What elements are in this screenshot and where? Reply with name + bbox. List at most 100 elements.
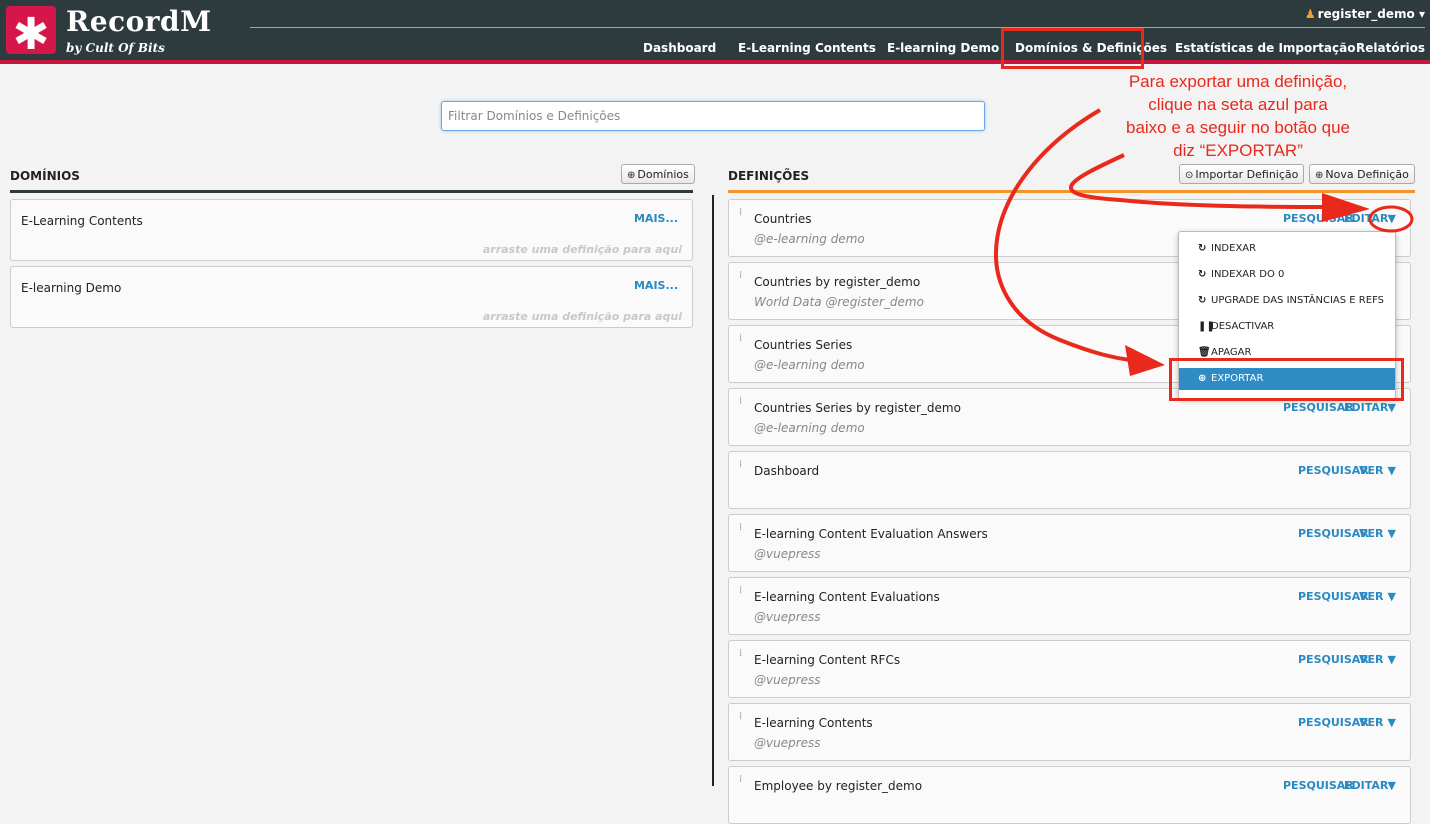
domain-card[interactable]: E-Learning Contents MAIS... arraste uma … (10, 199, 693, 261)
plus-circle-icon: ⊕ (627, 170, 636, 181)
upload-circle-icon: ⊙ (1185, 170, 1194, 181)
definition-domain: @e-learning demo (754, 232, 865, 246)
refresh-icon: ↻ (1198, 269, 1207, 280)
definition-card[interactable]: ⁞ E-learning Content Evaluation Answers … (728, 514, 1411, 572)
new-definition-button[interactable]: ⊕ Nova Definição (1309, 164, 1415, 184)
definition-card[interactable]: ⁞ E-learning Content Evaluations @vuepre… (728, 577, 1411, 635)
app-subtitle: by Cult Of Bits (66, 41, 165, 55)
plus-circle-icon: ⊕ (1315, 170, 1324, 181)
menu-item-label: INDEXAR (1211, 243, 1257, 254)
menu-item-label: INDEXAR DO 0 (1211, 269, 1285, 280)
definition-name: Countries Series by register_demo (754, 401, 961, 415)
nav-dashboard[interactable]: Dashboard (643, 41, 716, 57)
user-icon: ♟ (1304, 7, 1316, 21)
nav-estatisticas-importacao[interactable]: Estatísticas de Importação (1175, 41, 1355, 57)
refresh-icon: ↻ (1198, 295, 1207, 306)
drag-handle-icon[interactable]: ⁞ (739, 271, 743, 281)
annotation-line: diz “EXPORTAR” (1173, 141, 1303, 160)
drag-handle-icon[interactable]: ⁞ (739, 775, 743, 785)
chevron-down-icon[interactable]: ▼ (1388, 527, 1396, 540)
definition-card[interactable]: ⁞ Employee by register_demo PESQUISAR ED… (728, 766, 1411, 824)
import-definition-button[interactable]: ⊙ Importar Definição (1179, 164, 1305, 184)
definition-name: Dashboard (754, 464, 820, 478)
definition-domain: @e-learning demo (754, 358, 865, 372)
add-domain-label: Domínios (637, 168, 689, 181)
nav-relatorios[interactable]: Relatórios (1356, 41, 1425, 57)
chevron-down-icon[interactable]: ▼ (1388, 464, 1396, 477)
annotation-highlight-nav (1001, 28, 1144, 69)
domains-divider (10, 190, 693, 193)
menu-item-desactivar[interactable]: ❚❚DESACTIVAR (1179, 316, 1395, 338)
definition-name: E-learning Content Evaluation Answers (754, 527, 988, 541)
definition-name: Employee by register_demo (754, 779, 923, 793)
menu-item-indexar-do-0[interactable]: ↻ INDEXAR DO 0 (1179, 264, 1395, 286)
view-link[interactable]: VER (1359, 716, 1384, 729)
pause-icon: ❚❚ (1198, 321, 1215, 332)
drag-handle-icon[interactable]: ⁞ (739, 334, 743, 344)
definitions-divider (728, 190, 1415, 193)
drag-handle-icon[interactable]: ⁞ (739, 460, 743, 470)
new-definition-label: Nova Definição (1325, 168, 1409, 181)
domain-card[interactable]: E-learning Demo MAIS... arraste uma defi… (10, 266, 693, 328)
user-menu[interactable]: ♟ register_demo ▾ (1305, 7, 1425, 21)
definition-domain: @vuepress (754, 673, 821, 687)
definition-domain: @e-learning demo (754, 421, 865, 435)
header-divider (250, 27, 1425, 28)
app-header: ✱ RecordM by Cult Of Bits ♟ register_demo… (0, 0, 1430, 60)
add-domain-button[interactable]: ⊕ Domínios (621, 164, 695, 184)
domain-drop-hint: arraste uma definição para aqui (482, 243, 682, 256)
drag-handle-icon[interactable]: ⁞ (739, 586, 743, 596)
view-link[interactable]: VER (1359, 527, 1384, 540)
definition-domain: World Data @register_demo (754, 295, 924, 309)
definition-name: Countries (754, 212, 812, 226)
domain-drop-hint: arraste uma definição para aqui (482, 310, 682, 323)
menu-item-label: DESACTIVAR (1211, 321, 1275, 332)
chevron-down-icon[interactable]: ▼ (1388, 716, 1396, 729)
edit-link[interactable]: EDITAR (1344, 212, 1388, 225)
edit-link[interactable]: EDITAR (1344, 401, 1388, 414)
domains-title: DOMÍNIOS (10, 169, 80, 183)
filter-input[interactable] (441, 101, 985, 131)
chevron-down-icon[interactable]: ▼ (1388, 590, 1396, 603)
drag-handle-icon[interactable]: ⁞ (739, 208, 743, 218)
definition-card[interactable]: ⁞ E-learning Content RFCs @vuepress PESQ… (728, 640, 1411, 698)
definition-name: E-learning Contents (754, 716, 873, 730)
domain-more-link[interactable]: MAIS... (634, 212, 678, 225)
definition-name: Countries Series (754, 338, 853, 352)
definition-name: E-learning Content RFCs (754, 653, 901, 667)
refresh-icon: ↻ (1198, 243, 1207, 254)
menu-item-label: UPGRADE DAS INSTÂNCIAS E REFS (1211, 295, 1384, 306)
annotation-text: Para exportar uma definição, clique na s… (1108, 70, 1368, 162)
menu-item-indexar[interactable]: ↻ INDEXAR (1179, 238, 1395, 260)
header-accent-line (0, 60, 1430, 64)
definition-domain: @vuepress (754, 547, 821, 561)
definition-domain: @vuepress (754, 610, 821, 624)
definition-card[interactable]: ⁞ Dashboard PESQUISAR VER ▼ (728, 451, 1411, 509)
domain-name: E-Learning Contents (21, 214, 143, 228)
drag-handle-icon[interactable]: ⁞ (739, 397, 743, 407)
logo-asterisk-icon[interactable]: ✱ (6, 6, 56, 60)
chevron-down-icon[interactable]: ▼ (1388, 653, 1396, 666)
drag-handle-icon[interactable]: ⁞ (739, 649, 743, 659)
menu-item-upgrade[interactable]: ↻ UPGRADE DAS INSTÂNCIAS E REFS (1179, 290, 1395, 312)
view-link[interactable]: VER (1359, 653, 1384, 666)
drag-handle-icon[interactable]: ⁞ (739, 523, 743, 533)
nav-elearning-contents[interactable]: E-Learning Contents (738, 41, 876, 57)
definition-name: E-learning Content Evaluations (754, 590, 940, 604)
nav-elearning-demo[interactable]: E-learning Demo (887, 41, 999, 57)
app-title: RecordM (66, 5, 212, 38)
view-link[interactable]: VER (1359, 464, 1384, 477)
chevron-down-icon[interactable]: ▼ (1388, 401, 1396, 414)
annotation-highlight-export (1169, 358, 1404, 401)
definition-card[interactable]: ⁞ E-learning Contents @vuepress PESQUISA… (728, 703, 1411, 761)
drag-handle-icon[interactable]: ⁞ (739, 712, 743, 722)
column-divider (712, 195, 714, 786)
chevron-down-icon[interactable]: ▼ (1388, 212, 1396, 225)
user-name: register_demo (1317, 7, 1415, 21)
view-link[interactable]: VER (1359, 590, 1384, 603)
domain-more-link[interactable]: MAIS... (634, 279, 678, 292)
annotation-line: clique na seta azul para (1148, 95, 1328, 114)
annotation-line: baixo e a seguir no botão que (1125, 118, 1350, 137)
annotation-line: Para exportar uma definição, (1128, 72, 1348, 91)
chevron-down-icon: ▾ (1418, 7, 1425, 21)
